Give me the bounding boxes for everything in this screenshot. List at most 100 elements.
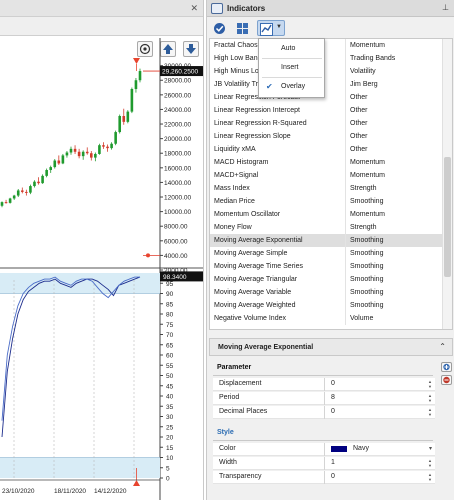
indicator-name: Linear Regression Intercept [214, 104, 346, 117]
property-label: Color [219, 445, 236, 452]
property-row-period[interactable]: Period ▲ ▼ 8 [213, 392, 435, 405]
oscillator-tick-label: 60 [166, 353, 174, 360]
price-tick-label: 16000.00 [164, 165, 191, 172]
property-row-color[interactable]: Color ▾ Navy [213, 443, 435, 456]
spinner-arrows-icon[interactable]: ▲ ▼ [428, 379, 432, 389]
chevron-up-icon[interactable]: ⌃ [439, 342, 446, 351]
check-icon: ✔ [266, 82, 273, 91]
property-row-decimal-places[interactable]: Decimal Places ▲ ▼ 0 [213, 406, 435, 419]
spinner-arrows-icon[interactable]: ▲ ▼ [428, 407, 432, 417]
spinner-arrows-icon[interactable]: ▲ ▼ [428, 393, 432, 403]
menu-item-label: Overlay [281, 83, 306, 90]
list-item[interactable]: Moving Average Weighted Smoothing [210, 299, 444, 312]
date-tick-label: 18/11/2020 [54, 488, 86, 495]
price-tick-label: 10000.00 [164, 209, 191, 216]
properties-header[interactable]: Moving Average Exponential ⌃ [209, 338, 453, 356]
property-value[interactable]: 0 [331, 471, 335, 483]
list-item[interactable]: Linear Regression Intercept Other [210, 104, 444, 117]
list-item[interactable]: Moving Average Simple Smoothing [210, 247, 444, 260]
property-value[interactable]: Navy [353, 443, 369, 455]
candle-body [37, 181, 40, 184]
list-item[interactable]: Money Flow Strength [210, 221, 444, 234]
list-item[interactable]: High Low Bands Trading Bands [210, 52, 444, 65]
indicator-category: Momentum [350, 159, 386, 166]
candle-body [118, 116, 122, 133]
property-value[interactable]: 0 [331, 378, 335, 390]
candle-body [114, 132, 117, 144]
list-item[interactable]: MACD Histogram Momentum [210, 156, 444, 169]
list-item[interactable]: Mass Index Strength [210, 182, 444, 195]
add-icon [443, 363, 450, 371]
indicator-name: Momentum Oscillator [214, 208, 346, 221]
menu-item-auto[interactable]: Auto [259, 40, 324, 58]
scrollbar-thumb[interactable] [444, 157, 451, 277]
property-value[interactable]: 0 [331, 406, 335, 418]
oscillator-series-line [1, 276, 140, 421]
grid-view-button[interactable] [234, 20, 251, 36]
list-item[interactable]: Fractal Chaos Oscillator Momentum [210, 39, 444, 52]
indicator-category: Smoothing [350, 276, 384, 283]
list-item[interactable]: High Minus Low Volatility [210, 65, 444, 78]
candle-body [4, 202, 8, 204]
list-item[interactable]: Liquidity xMA Other [210, 143, 444, 156]
candle-body [126, 111, 130, 122]
list-scrollbar[interactable] [442, 39, 452, 329]
indicator-category: Volume [350, 315, 374, 322]
list-item[interactable]: Linear Regression Forecast Other [210, 91, 444, 104]
menu-item-overlay[interactable]: ✔ Overlay [259, 78, 324, 96]
list-item[interactable]: Median Price Smoothing [210, 195, 444, 208]
bottom-marker-icon [133, 480, 140, 486]
candle-body [73, 148, 77, 152]
oscillator-series-line [1, 276, 141, 438]
candle-body [102, 145, 105, 147]
panel-title-bar: Indicators ⊥ [207, 0, 454, 17]
property-value[interactable]: 8 [331, 392, 335, 404]
style-heading: Style [217, 429, 234, 436]
spinner-arrows-icon[interactable]: ▲ ▼ [428, 472, 432, 482]
oscillator-tick-label: 40 [166, 394, 174, 401]
pin-icon[interactable]: ⊥ [442, 3, 449, 12]
list-item[interactable]: Moving Average Exponential Smoothing [210, 234, 444, 247]
price-tick-label: 24000.00 [164, 107, 191, 114]
indicator-list[interactable]: Fractal Chaos Oscillator Momentum High Low… [209, 38, 453, 330]
list-item[interactable]: JB Volatility Trailing Jim Berg [210, 78, 444, 91]
list-item[interactable]: MACD+Signal Momentum [210, 169, 444, 182]
overbought-zone [0, 273, 160, 294]
add-indicator-button[interactable] [441, 362, 452, 372]
list-item[interactable]: Moving Average Variable Smoothing [210, 286, 444, 299]
chevron-down-icon[interactable]: ▾ [429, 443, 432, 455]
menu-item-insert[interactable]: Insert [259, 59, 324, 77]
indicator-category: Smoothing [350, 250, 384, 257]
oscillator-tick-label: 45 [166, 383, 174, 390]
candle-body [25, 191, 28, 193]
indicator-category: Other [350, 107, 368, 114]
property-value[interactable]: 1 [331, 457, 335, 469]
oscillator-tick-label: 30 [166, 414, 174, 421]
property-row-width[interactable]: Width ▲ ▼ 1 [213, 457, 435, 470]
list-item[interactable]: Linear Regression R-Squared Other [210, 117, 444, 130]
indicator-name: MACD Histogram [214, 156, 346, 169]
indicator-name: Negative Volume Index [214, 312, 346, 325]
price-chart[interactable]: 30000.0028000.0026000.0024000.0022000.00… [0, 0, 204, 500]
remove-indicator-button[interactable] [441, 375, 452, 385]
property-row-displacement[interactable]: Displacement ▲ ▼ 0 [213, 378, 435, 391]
list-item[interactable]: Momentum Oscillator Momentum [210, 208, 444, 221]
placement-dropdown-button[interactable]: ▼ [257, 20, 285, 36]
apply-indicator-button[interactable] [211, 20, 228, 36]
indicator-category: Other [350, 133, 368, 140]
spinner-arrows-icon[interactable]: ▲ ▼ [428, 458, 432, 468]
list-item[interactable]: Linear Regression Slope Other [210, 130, 444, 143]
list-item[interactable]: Negative Volume Index Volume [210, 312, 444, 325]
candle-body [110, 143, 113, 149]
candle-body [16, 190, 20, 196]
chart-pane[interactable]: ✕ 30000.0028000.0026000.0024000.0022000.… [0, 0, 204, 500]
parameter-heading: Parameter [217, 364, 252, 371]
indicator-name: Linear Regression Slope [214, 130, 346, 143]
indicator-name: Moving Average Triangular [214, 273, 346, 286]
price-tick-label: 12000.00 [164, 195, 191, 202]
indicator-name: Linear Regression R-Squared [214, 117, 346, 130]
list-item[interactable]: Moving Average Triangular Smoothing [210, 273, 444, 286]
property-row-transparency[interactable]: Transparency ▲ ▼ 0 [213, 471, 435, 484]
list-item[interactable]: Moving Average Time Series Smoothing [210, 260, 444, 273]
oscillator-tick-label: 35 [166, 404, 174, 411]
